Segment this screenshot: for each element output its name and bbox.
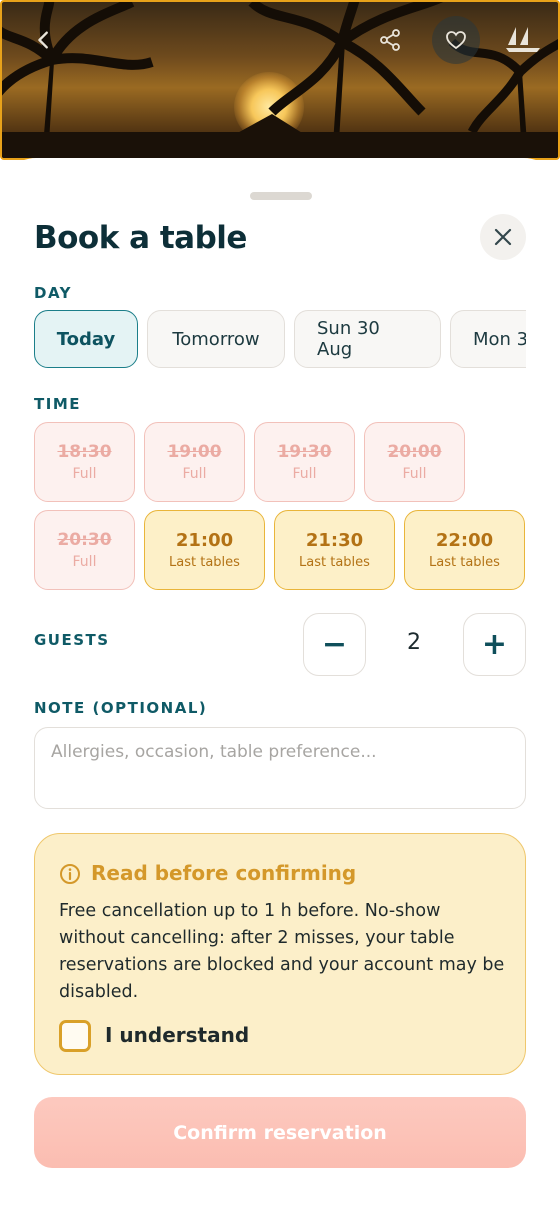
slot-status: Full (72, 554, 97, 570)
drag-handle[interactable] (250, 192, 312, 200)
understand-label[interactable]: I understand (105, 1023, 249, 1047)
guest-count: 2 (407, 630, 421, 655)
favorite-button[interactable] (432, 16, 480, 64)
slot-status: Last tables (299, 555, 370, 570)
note-field[interactable] (34, 727, 526, 809)
close-button[interactable] (480, 214, 526, 260)
time-slot-2200[interactable]: 22:00 Last tables (404, 510, 525, 590)
notice-title: Read before confirming (91, 861, 357, 885)
chevron-left-icon (38, 31, 48, 49)
day-chip-sun-30-aug[interactable]: Sun 30 Aug (294, 310, 441, 368)
note-label: NOTE (OPTIONAL) (34, 699, 208, 717)
slot-status: Full (292, 466, 317, 482)
time-slot-2130[interactable]: 21:30 Last tables (274, 510, 395, 590)
slot-time: 20:30 (57, 530, 112, 550)
logo-badge (500, 16, 548, 64)
understand-checkbox[interactable] (59, 1020, 91, 1052)
day-chip-tomorrow[interactable]: Tomorrow (147, 310, 285, 368)
guests-increment-button[interactable]: + (463, 613, 526, 676)
hero-image (0, 0, 560, 160)
slot-status: Last tables (429, 555, 500, 570)
cancellation-notice: Read before confirming Free cancellation… (34, 833, 526, 1075)
heart-icon (446, 31, 466, 50)
day-selector: Today Tomorrow Sun 30 Aug Mon 3 (34, 310, 526, 368)
booking-sheet: Book a table DAY Today Tomorrow Sun 30 A… (0, 158, 560, 1214)
slot-time: 20:00 (387, 442, 442, 462)
info-icon (60, 864, 80, 884)
notice-text: Free cancellation up to 1 h before. No-s… (59, 901, 505, 1002)
slot-time: 19:00 (167, 442, 222, 462)
slot-status: Full (182, 466, 207, 482)
page-title: Book a table (34, 220, 247, 256)
time-label: TIME (34, 395, 81, 413)
slot-time: 21:30 (305, 530, 364, 551)
time-slot-1930: 19:30 Full (254, 422, 355, 502)
slot-time: 19:30 (277, 442, 332, 462)
sailboat-icon (506, 27, 540, 52)
share-icon (380, 29, 400, 51)
time-slot-1830: 18:30 Full (34, 422, 135, 502)
slot-time: 22:00 (435, 530, 494, 551)
confirm-reservation-button[interactable]: Confirm reservation (34, 1097, 526, 1168)
slot-time: 18:30 (57, 442, 112, 462)
time-slot-2030: 20:30 Full (34, 510, 135, 590)
close-icon (494, 228, 512, 246)
slot-status: Full (402, 466, 427, 482)
day-chip-mon-3[interactable]: Mon 3 (450, 310, 526, 368)
guests-decrement-button[interactable]: − (303, 613, 366, 676)
time-slot-2100[interactable]: 21:00 Last tables (144, 510, 265, 590)
guests-label: GUESTS (34, 631, 110, 649)
slot-time: 21:00 (175, 530, 234, 551)
time-slot-1900: 19:00 Full (144, 422, 245, 502)
plus-icon: + (481, 627, 508, 662)
back-button[interactable] (20, 16, 68, 64)
slot-status: Full (72, 466, 97, 482)
time-slot-2000: 20:00 Full (364, 422, 465, 502)
share-button[interactable] (366, 16, 414, 64)
day-label: DAY (34, 284, 72, 302)
minus-icon: − (321, 627, 348, 662)
day-chip-today[interactable]: Today (34, 310, 138, 368)
slot-status: Last tables (169, 555, 240, 570)
